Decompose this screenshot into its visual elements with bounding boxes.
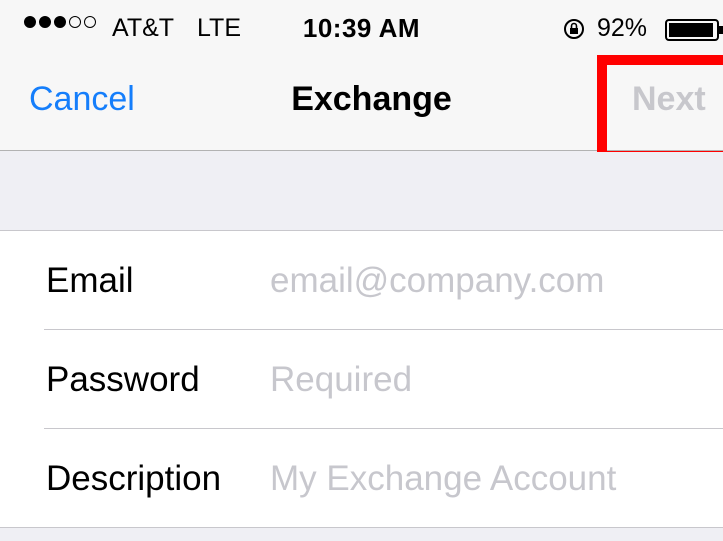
highlight-annotation-box <box>597 55 723 161</box>
password-label: Password <box>46 360 200 399</box>
battery-percentage: 92% <box>597 14 648 42</box>
description-field[interactable] <box>270 453 710 505</box>
battery-icon <box>665 19 723 41</box>
description-row: Description <box>0 429 723 528</box>
description-label: Description <box>46 459 222 498</box>
email-row: Email <box>0 231 723 330</box>
email-field[interactable] <box>270 255 710 307</box>
password-row: Password <box>0 330 723 429</box>
password-field[interactable] <box>270 354 710 406</box>
status-bar: AT&T LTE 10:39 AM 92% <box>0 0 723 56</box>
account-form: Email Password Description <box>0 230 723 528</box>
email-label: Email <box>46 261 134 300</box>
section-spacer <box>0 152 723 230</box>
exchange-setup-screen: AT&T LTE 10:39 AM 92% Cancel Exchange Ne… <box>0 0 723 541</box>
orientation-lock-icon <box>564 19 584 39</box>
